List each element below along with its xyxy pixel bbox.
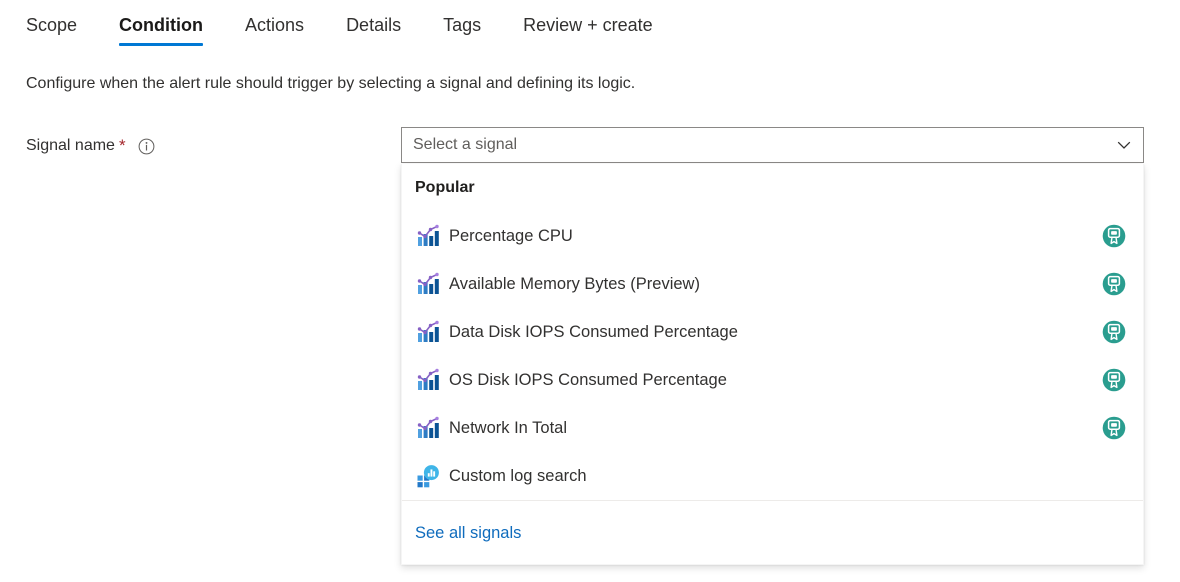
list-item[interactable]: Custom log search bbox=[402, 452, 1143, 500]
wizard-tabstrip: Scope Condition Actions Details Tags Rev… bbox=[26, 10, 674, 50]
monitor-badge-icon bbox=[1101, 223, 1127, 249]
monitor-badge-icon bbox=[1101, 367, 1127, 393]
log-search-icon bbox=[415, 463, 441, 489]
tab-label: Scope bbox=[26, 15, 78, 35]
tab-label: Condition bbox=[119, 15, 204, 35]
metric-chart-icon bbox=[415, 271, 441, 297]
tab-tags[interactable]: Tags bbox=[422, 10, 502, 50]
signal-options-list: Percentage CPU Available Memory Bytes (P… bbox=[402, 212, 1143, 500]
tab-label: Tags bbox=[443, 15, 482, 35]
signal-name-input[interactable]: Select a signal bbox=[402, 134, 1105, 156]
tab-label: Details bbox=[346, 15, 402, 35]
list-item[interactable]: Network In Total bbox=[402, 404, 1143, 452]
required-asterisk: * bbox=[118, 136, 126, 155]
chevron-down-icon[interactable] bbox=[1105, 137, 1143, 153]
metric-chart-icon bbox=[415, 319, 441, 345]
metric-chart-icon bbox=[415, 367, 441, 393]
list-item[interactable]: Data Disk IOPS Consumed Percentage bbox=[402, 308, 1143, 356]
list-item-label: OS Disk IOPS Consumed Percentage bbox=[449, 371, 727, 389]
signal-name-combobox[interactable]: Select a signal bbox=[401, 127, 1144, 163]
metric-chart-icon bbox=[415, 415, 441, 441]
signal-name-label-group: Signal name * bbox=[26, 134, 155, 158]
monitor-badge-icon bbox=[1101, 319, 1127, 345]
monitor-badge-icon bbox=[1101, 415, 1127, 441]
list-item-label: Available Memory Bytes (Preview) bbox=[449, 275, 700, 293]
list-item-label: Percentage CPU bbox=[449, 227, 573, 245]
list-item-label: Custom log search bbox=[449, 467, 587, 485]
see-all-signals-link[interactable]: See all signals bbox=[415, 521, 521, 545]
tab-actions[interactable]: Actions bbox=[224, 10, 325, 50]
tab-review-create[interactable]: Review + create bbox=[502, 10, 674, 50]
list-item-label: Network In Total bbox=[449, 419, 567, 437]
condition-tab-page: Scope Condition Actions Details Tags Rev… bbox=[0, 0, 1180, 582]
info-circle-icon[interactable] bbox=[138, 138, 155, 155]
monitor-badge-icon bbox=[1101, 271, 1127, 297]
tab-details[interactable]: Details bbox=[325, 10, 422, 50]
list-item[interactable]: OS Disk IOPS Consumed Percentage bbox=[402, 356, 1143, 404]
signal-name-label: Signal name bbox=[26, 137, 115, 154]
metric-chart-icon bbox=[415, 223, 441, 249]
list-item-label: Data Disk IOPS Consumed Percentage bbox=[449, 323, 738, 341]
list-item[interactable]: Available Memory Bytes (Preview) bbox=[402, 260, 1143, 308]
tab-scope[interactable]: Scope bbox=[26, 10, 98, 50]
dropdown-footer: See all signals bbox=[402, 501, 1143, 564]
page-description: Configure when the alert rule should tri… bbox=[26, 75, 636, 92]
tab-condition[interactable]: Condition bbox=[98, 10, 224, 50]
list-item[interactable]: Percentage CPU bbox=[402, 212, 1143, 260]
tab-label: Actions bbox=[245, 15, 305, 35]
tab-label: Review + create bbox=[523, 15, 653, 35]
signal-dropdown-panel: Popular Percentage CPU Available Memory … bbox=[401, 164, 1144, 565]
dropdown-group-header: Popular bbox=[415, 179, 475, 196]
